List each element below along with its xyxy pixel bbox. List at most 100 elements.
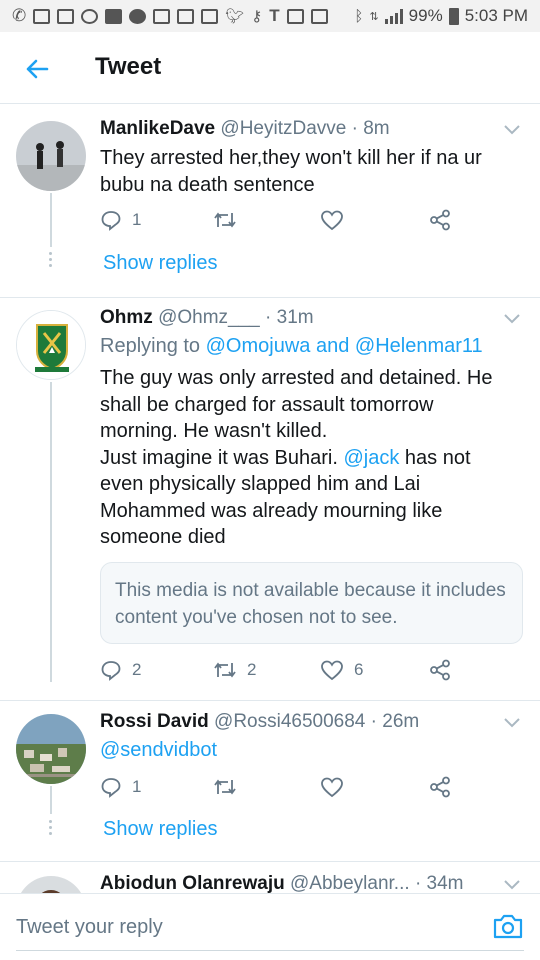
share-button[interactable] — [428, 659, 452, 681]
reply-button[interactable]: 1 — [100, 776, 141, 798]
more-dots — [49, 820, 52, 835]
reply-input[interactable]: Tweet your reply — [16, 916, 163, 939]
tweet-text-segment: Just imagine it was Buhari. — [100, 446, 338, 469]
replying-to-label: Replying to — [100, 335, 201, 357]
tweet-text-line: someone died — [100, 526, 226, 548]
top-app-bar: Tweet — [0, 32, 540, 104]
instagram-icon — [310, 8, 328, 24]
divider — [0, 700, 540, 701]
share-icon — [430, 776, 450, 798]
chat-icon — [105, 8, 123, 24]
mail-icon — [57, 8, 75, 24]
tweet-time: · 8m — [351, 118, 390, 139]
reply-composer: Tweet your reply — [0, 893, 540, 960]
voicemail-icon — [81, 8, 99, 24]
tweet-text-segment: has not — [404, 446, 471, 469]
divider — [0, 297, 540, 298]
key-icon: ⚷ — [251, 8, 263, 25]
like-button[interactable] — [320, 776, 354, 798]
retweet-button[interactable]: 2 — [213, 659, 256, 681]
twitter-icon: 🐦︎ — [225, 8, 245, 25]
reply-count: 1 — [132, 777, 142, 796]
reply-count: 2 — [132, 660, 142, 679]
heart-icon — [321, 777, 343, 798]
avatar[interactable] — [16, 121, 86, 191]
chevron-down-icon[interactable] — [500, 877, 524, 893]
tweet-text-line: even physically slapped him and Lai — [100, 473, 421, 495]
tweet-time: · 26m — [370, 711, 420, 732]
user-handle: @Rossi46500684 — [214, 711, 366, 732]
like-button[interactable]: 6 — [320, 659, 363, 681]
reply-button[interactable]: 1 — [100, 209, 141, 231]
notification-icons: ✆ 🐦︎ ⚷ T — [12, 6, 354, 26]
retweet-count: 2 — [247, 660, 257, 679]
system-status: ᛒ ⇅ 99% 5:03 PM — [354, 6, 528, 26]
hidden-media-notice: This media is not available because it i… — [100, 562, 523, 644]
retweet-icon — [214, 212, 236, 228]
tweet-text-line: morning. He wasn't killed. — [100, 420, 328, 442]
status-bar: ✆ 🐦︎ ⚷ T ᛒ ⇅ 99% 5:03 PM — [0, 0, 540, 32]
bluetooth-icon: ᛒ — [354, 7, 364, 25]
divider — [0, 861, 540, 862]
retweet-icon — [214, 779, 236, 795]
tweet-text-line: They arrested her,they won't kill her if… — [100, 147, 482, 169]
retweet-button[interactable] — [213, 776, 247, 798]
phone-icon: ✆ — [12, 6, 27, 25]
avatar[interactable] — [16, 714, 86, 784]
input-underline — [16, 950, 524, 951]
tweet-actions: 2 2 6 — [100, 659, 500, 687]
reply-icon — [101, 211, 121, 231]
signal-icon — [384, 8, 403, 24]
page-title: Tweet — [95, 53, 162, 80]
photos-icon — [201, 8, 219, 24]
arrow-left-icon[interactable] — [22, 54, 52, 84]
tweet-actions: 1 — [100, 776, 500, 804]
user-handle: @HeyitzDavve — [220, 118, 347, 139]
heart-icon — [321, 660, 343, 681]
clock: 5:03 PM — [464, 6, 528, 25]
user-handle: @Abbeylanr... — [290, 873, 410, 894]
mention-link[interactable]: @jack — [343, 447, 399, 469]
reply-icon — [101, 778, 121, 798]
tweet-text: The guy was only arrested and detained. … — [100, 365, 520, 551]
user-name[interactable]: ManlikeDave — [100, 118, 215, 139]
tweet-text: They arrested her,they won't kill her if… — [100, 145, 520, 198]
tweet-text-line: Just imagine it was Buhari. @jack has no… — [100, 445, 520, 472]
share-button[interactable] — [428, 209, 452, 231]
instagram-icon — [286, 8, 304, 24]
user-name[interactable]: Rossi David — [100, 711, 209, 732]
retweet-icon — [214, 662, 236, 678]
tweet-time: · 31m — [265, 307, 314, 328]
avatar[interactable] — [16, 310, 86, 380]
reply-button[interactable]: 2 — [100, 659, 141, 681]
share-button[interactable] — [428, 776, 452, 798]
chevron-down-icon[interactable] — [500, 311, 524, 327]
show-replies-link[interactable]: Show replies — [103, 818, 218, 841]
chevron-down-icon[interactable] — [500, 122, 524, 138]
camera-icon[interactable] — [492, 912, 524, 940]
tweet-header: ManlikeDave @HeyitzDavve · 8m — [100, 118, 500, 140]
user-name[interactable]: Ohmz — [100, 307, 153, 328]
chevron-down-icon[interactable] — [500, 715, 524, 731]
retweet-button[interactable] — [213, 209, 247, 231]
replying-to: Replying to @Omojuwa and @Helenmar11 — [100, 335, 483, 358]
mention-link[interactable]: @sendvidbot — [100, 739, 217, 761]
tweet-text: @sendvidbot — [100, 737, 520, 764]
data-icon: ⇅ — [369, 10, 379, 23]
tweet-text-line: shall be charged for assault tomorrow — [100, 393, 434, 416]
tweet-text-line: bubu na death sentence — [100, 173, 315, 196]
user-name[interactable]: Abiodun Olanrewaju — [100, 873, 285, 894]
reply-count: 1 — [132, 210, 142, 229]
thread-line — [50, 786, 52, 814]
more-dots — [49, 252, 52, 267]
mail-icon — [33, 8, 51, 24]
mention-link[interactable]: @Omojuwa — [206, 335, 311, 357]
like-button[interactable] — [320, 209, 354, 231]
replying-to-and[interactable]: and — [316, 335, 349, 357]
show-replies-link[interactable]: Show replies — [103, 252, 218, 275]
heart-icon — [321, 210, 343, 231]
tweet-header: Ohmz @Ohmz___ · 31m — [100, 307, 500, 329]
tweet-actions: 1 — [100, 209, 500, 237]
mention-link[interactable]: @Helenmar11 — [355, 335, 483, 357]
battery-percent: 99% — [408, 6, 443, 25]
